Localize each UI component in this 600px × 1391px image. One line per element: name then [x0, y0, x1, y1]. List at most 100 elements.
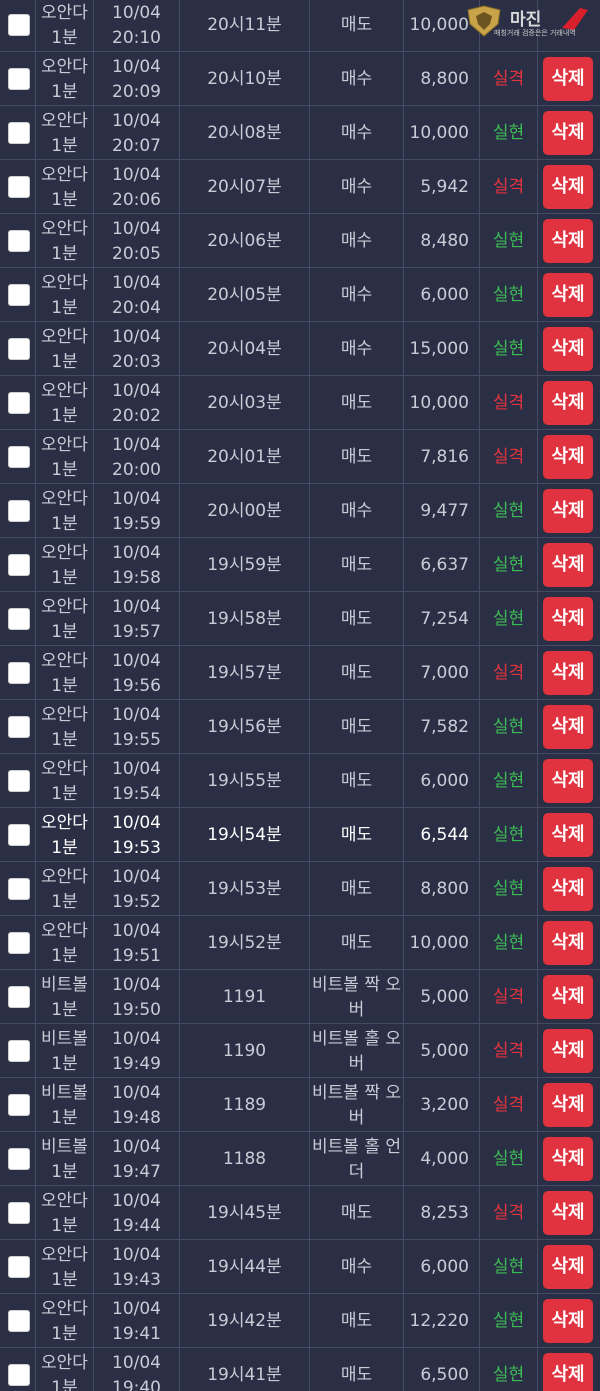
row-checkbox[interactable]	[8, 716, 30, 738]
time-cell: 10/04 19:57	[94, 592, 180, 646]
round-cell: 19시55분	[180, 754, 310, 808]
row-checkbox[interactable]	[8, 500, 30, 522]
watermark-logo: 마진 매칭거래 검증은은 거래내역	[464, 4, 596, 38]
game-title: 오안다	[41, 381, 88, 401]
row-checkbox[interactable]	[8, 1094, 30, 1116]
row-checkbox[interactable]	[8, 284, 30, 306]
delete-button[interactable]: 삭제	[543, 867, 593, 911]
bet-time: 10/04 19:47	[94, 1135, 179, 1185]
row-checkbox[interactable]	[8, 878, 30, 900]
bet-clock: 20:09	[112, 82, 161, 102]
row-checkbox[interactable]	[8, 122, 30, 144]
row-checkbox[interactable]	[8, 986, 30, 1008]
table-row: 오안다 1분 10/04 19:58 19시59분 매도 6,637 실현 삭제	[0, 538, 600, 592]
game-name: 오안다 1분	[36, 541, 93, 591]
row-checkbox[interactable]	[8, 1256, 30, 1278]
bet-clock: 20:06	[112, 190, 161, 210]
round-cell: 20시04분	[180, 322, 310, 376]
game-title: 오안다	[41, 435, 88, 455]
game-title: 오안다	[41, 1353, 88, 1373]
delete-button[interactable]: 삭제	[543, 543, 593, 587]
amount-cell: 10,000	[404, 916, 480, 970]
result-status: 실현	[492, 1365, 525, 1385]
pick-cell: 매도	[310, 646, 404, 700]
delete-button[interactable]: 삭제	[543, 1029, 593, 1073]
row-checkbox[interactable]	[8, 176, 30, 198]
row-checkbox[interactable]	[8, 824, 30, 846]
delete-button[interactable]: 삭제	[543, 651, 593, 695]
delete-button[interactable]: 삭제	[543, 57, 593, 101]
row-checkbox[interactable]	[8, 1202, 30, 1224]
delete-button[interactable]: 삭제	[543, 327, 593, 371]
row-checkbox[interactable]	[8, 932, 30, 954]
bet-clock: 19:41	[112, 1324, 161, 1344]
delete-button[interactable]: 삭제	[543, 489, 593, 533]
bet-date: 10/04	[112, 1245, 161, 1265]
row-checkbox[interactable]	[8, 446, 30, 468]
bet-date: 10/04	[112, 165, 161, 185]
amount-cell: 10,000	[404, 106, 480, 160]
bet-clock: 19:58	[112, 568, 161, 588]
select-cell	[0, 1024, 36, 1078]
round-label: 20시08분	[207, 123, 282, 143]
delete-button[interactable]: 삭제	[543, 273, 593, 317]
table-row: 오안다 1분 10/04 20:04 20시05분 매수 6,000 실현 삭제	[0, 268, 600, 322]
round-label: 1191	[222, 987, 267, 1007]
row-checkbox[interactable]	[8, 338, 30, 360]
delete-button[interactable]: 삭제	[543, 1083, 593, 1127]
delete-button[interactable]: 삭제	[543, 921, 593, 965]
delete-button[interactable]: 삭제	[543, 435, 593, 479]
select-cell	[0, 52, 36, 106]
game-interval: 1분	[51, 568, 78, 588]
row-checkbox[interactable]	[8, 1364, 30, 1386]
row-checkbox[interactable]	[8, 1040, 30, 1062]
pick-label: 매도	[340, 663, 373, 683]
row-checkbox[interactable]	[8, 230, 30, 252]
game-title: 오안다	[41, 111, 88, 131]
row-checkbox[interactable]	[8, 770, 30, 792]
delete-button[interactable]: 삭제	[543, 705, 593, 749]
game-interval: 1분	[51, 1108, 78, 1128]
game-interval: 1분	[51, 136, 78, 156]
delete-button[interactable]: 삭제	[543, 111, 593, 155]
result-cell: 실현	[480, 1240, 538, 1294]
game-interval: 1분	[51, 514, 78, 534]
pick-cell: 매수	[310, 322, 404, 376]
delete-button[interactable]: 삭제	[543, 1191, 593, 1235]
amount-cell: 9,477	[404, 484, 480, 538]
game-cell: 오안다 1분	[36, 592, 94, 646]
delete-button[interactable]: 삭제	[543, 1353, 593, 1391]
pick-cell: 매도	[310, 376, 404, 430]
delete-button[interactable]: 삭제	[543, 1137, 593, 1181]
bet-amount: 4,000	[420, 1149, 469, 1169]
pick-label: 매도	[340, 447, 373, 467]
delete-button[interactable]: 삭제	[543, 813, 593, 857]
delete-button[interactable]: 삭제	[543, 759, 593, 803]
result-status: 실격	[492, 447, 525, 467]
bet-amount: 15,000	[409, 339, 469, 359]
row-checkbox[interactable]	[8, 608, 30, 630]
delete-button[interactable]: 삭제	[543, 219, 593, 263]
row-checkbox[interactable]	[8, 554, 30, 576]
table-row: 오안다 1분 10/04 19:44 19시45분 매도 8,253 실격 삭제	[0, 1186, 600, 1240]
row-checkbox[interactable]	[8, 14, 30, 36]
row-checkbox[interactable]	[8, 1310, 30, 1332]
result-cell: 실격	[480, 1024, 538, 1078]
bet-time: 10/04 20:05	[94, 217, 179, 267]
delete-button[interactable]: 삭제	[543, 975, 593, 1019]
row-checkbox[interactable]	[8, 662, 30, 684]
delete-button[interactable]: 삭제	[543, 1299, 593, 1343]
table-row: 오안다 1분 10/04 20:03 20시04분 매수 15,000 실현 삭제	[0, 322, 600, 376]
bet-time: 10/04 19:54	[94, 757, 179, 807]
row-checkbox[interactable]	[8, 392, 30, 414]
row-checkbox[interactable]	[8, 1148, 30, 1170]
pick-label: 매도	[340, 825, 373, 845]
row-checkbox[interactable]	[8, 68, 30, 90]
delete-button[interactable]: 삭제	[543, 165, 593, 209]
bet-clock: 19:50	[112, 1000, 161, 1020]
delete-button[interactable]: 삭제	[543, 597, 593, 641]
delete-button[interactable]: 삭제	[543, 1245, 593, 1289]
pick-label: 매도	[340, 771, 373, 791]
select-cell	[0, 430, 36, 484]
delete-button[interactable]: 삭제	[543, 381, 593, 425]
